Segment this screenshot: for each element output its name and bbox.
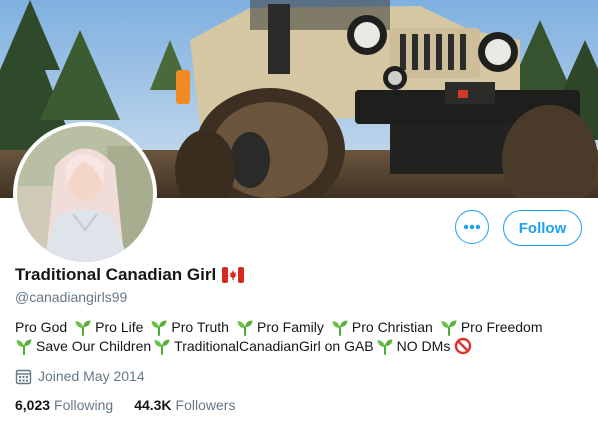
seedling-icon [376,337,394,355]
bio-tag: TraditionalCanadianGirl on GAB [174,338,374,354]
calendar-icon [15,368,32,385]
following-link[interactable]: 6,023 Following [15,397,113,413]
followers-count: 44.3K [134,397,172,413]
bio-tag: NO DMs [396,338,451,354]
seedling-icon [15,337,33,355]
bio-tag: Pro Truth [171,319,229,335]
more-dots-icon [463,224,481,230]
followers-label: Followers [175,397,236,413]
joined-date-text: Joined May 2014 [38,368,145,384]
follow-stats: 6,023 Following 44.3K Followers [15,396,235,414]
follow-button[interactable]: Follow [503,210,582,246]
seedling-icon [440,318,458,336]
bio-tag: Pro Freedom [460,319,543,335]
seedling-icon [150,318,168,336]
bio-tag: Pro Life [95,319,144,335]
prohibited-icon [454,337,472,355]
avatar-portrait-image [17,126,153,262]
more-options-button[interactable] [455,210,489,244]
canada-flag-icon [222,267,245,283]
followers-link[interactable]: 44.3K Followers [134,397,235,413]
following-count: 6,023 [15,397,51,413]
follow-button-label: Follow [518,219,567,237]
bio-line-1: Pro God Pro Life Pro Truth Pro Family Pro Ch… [15,317,543,337]
seedling-icon [331,318,349,336]
display-name-row: Traditional Canadian Girl [15,264,245,286]
bio-tag: Pro Family [256,319,324,335]
seedling-icon [153,337,171,355]
seedling-icon [236,318,254,336]
joined-date-row: Joined May 2014 [15,367,145,385]
bio-tag: Save Our Children [36,338,152,354]
bio-tag: Pro God [15,319,68,335]
bio-tag: Pro Christian [351,319,433,335]
user-handle: @canadiangirls99 [15,289,128,305]
following-label: Following [54,397,114,413]
bio-line-2: Save Our Children TraditionalCanadianGirl… [15,336,472,356]
seedling-icon [74,318,92,336]
profile-avatar[interactable] [13,122,157,266]
display-name: Traditional Canadian Girl [15,265,217,284]
